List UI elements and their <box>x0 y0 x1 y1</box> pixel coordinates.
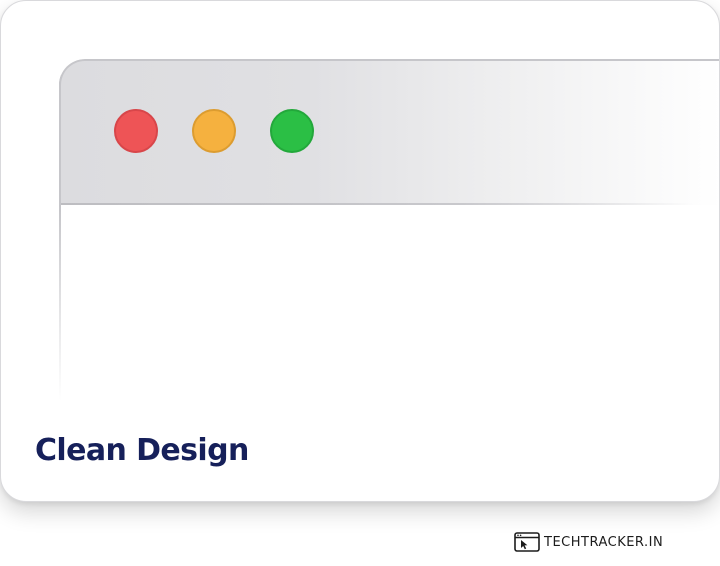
zoom-window-icon[interactable] <box>270 109 314 153</box>
window-title-bar <box>59 59 719 205</box>
minimize-window-icon[interactable] <box>192 109 236 153</box>
watermark: TECHTRACKER.IN <box>514 532 663 552</box>
browser-cursor-icon <box>514 532 540 552</box>
watermark-text: TECHTRACKER.IN <box>544 534 664 550</box>
card-title: Clean Design <box>35 433 249 468</box>
browser-window-illustration <box>59 59 719 419</box>
close-window-icon[interactable] <box>114 109 158 153</box>
feature-card: Clean Design <box>0 0 720 502</box>
